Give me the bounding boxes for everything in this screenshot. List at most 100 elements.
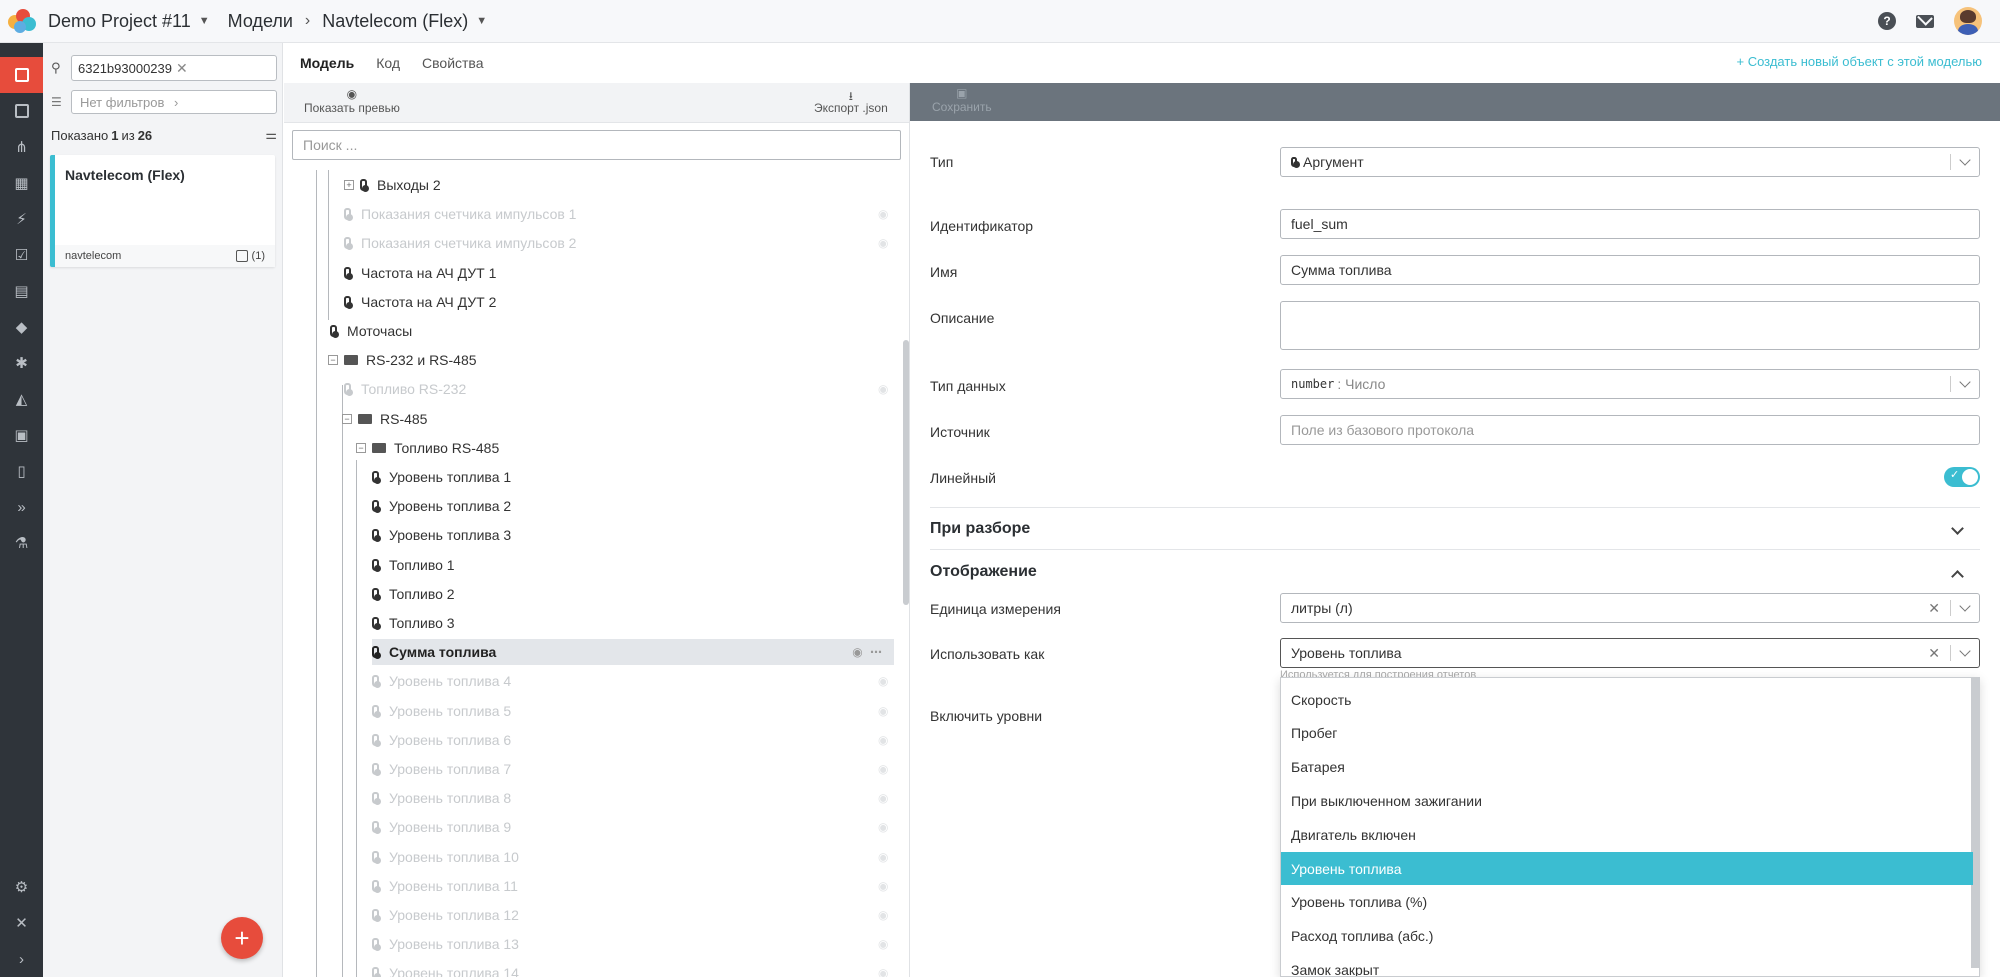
visibility-icon[interactable]: ◉ [878,674,890,688]
tree-node[interactable]: Уровень топлива 4 ◉ [372,668,888,694]
tree-search-input[interactable]: Поиск ... [292,130,901,160]
type-select[interactable]: Аргумент [1280,147,1980,177]
app-logo-icon[interactable] [6,5,38,37]
visibility-icon[interactable]: ◉ [878,207,890,221]
visibility-icon[interactable]: ◉ [878,236,890,250]
tab-model[interactable]: Модель [300,55,354,71]
dropdown-option[interactable]: При выключенном зажигании [1281,784,1973,817]
rail-tasks-icon[interactable]: ☑ [0,237,43,273]
export-json-button[interactable]: ⭳ Экспорт .json [814,87,888,115]
object-card[interactable]: Navtelecom (Flex) navtelecom (1) [50,155,275,267]
tree-node[interactable]: Топливо 1 [372,552,455,578]
expand-toggle-icon[interactable]: − [356,442,366,453]
visibility-icon[interactable]: ◉ [878,733,890,747]
clear-icon[interactable]: ✕ [1928,600,1940,617]
model-dropdown-icon[interactable]: ▼ [476,15,487,27]
tree-node[interactable]: Частота на АЧ ДУТ 2 [344,289,496,315]
mail-icon[interactable] [1916,14,1934,28]
visibility-icon[interactable]: ◉ [878,966,890,977]
tree-node[interactable]: − RS-485 [342,406,427,432]
tree-node[interactable]: Уровень топлива 2 [372,493,511,519]
tree-node[interactable]: Уровень топлива 3 [372,522,511,548]
rail-devices-icon[interactable] [0,93,43,129]
source-input[interactable]: Поле из базового протокола [1280,415,1980,445]
rail-integrations-icon[interactable]: ✱ [0,345,43,381]
tree-node[interactable]: Топливо RS-232 ◉ [344,376,888,402]
clear-search-icon[interactable]: ✕ [176,60,270,77]
rail-reports-icon[interactable]: ▣ [0,417,43,453]
project-dropdown-icon[interactable]: ▼ [199,15,210,27]
sort-settings-icon[interactable]: ⚌ [265,127,277,143]
tree-node[interactable]: Уровень топлива 12 ◉ [372,902,888,928]
rail-geo-icon[interactable]: ◭ [0,381,43,417]
breadcrumb-model-name[interactable]: Navtelecom (Flex) [322,11,468,32]
dropdown-option[interactable]: Замок закрыт [1281,953,1973,976]
rail-expand-icon[interactable]: › [0,941,43,977]
rail-calendar-icon[interactable]: ▦ [0,165,43,201]
tree-node[interactable]: Уровень топлива 5 ◉ [372,698,888,724]
tree-node[interactable]: Уровень топлива 1 [372,464,511,490]
tree-node[interactable]: − Топливо RS-485 [356,435,499,461]
tab-properties[interactable]: Свойства [422,55,483,71]
rail-tags-icon[interactable]: ◆ [0,309,43,345]
project-name[interactable]: Demo Project #11 [48,11,191,32]
breadcrumb-models[interactable]: Модели [228,11,293,32]
rail-models-icon[interactable] [0,57,43,93]
clear-icon[interactable]: ✕ [1928,645,1940,662]
tab-code[interactable]: Код [376,55,400,71]
rail-events-icon[interactable]: ⚡ [0,201,43,237]
visibility-icon[interactable]: ◉ [878,850,890,864]
rail-more-icon[interactable]: » [0,489,43,525]
tree-node[interactable]: Топливо 2 [372,581,455,607]
visibility-icon[interactable]: ◉ [878,791,890,805]
tree-node[interactable]: Сумма топлива ◉ ⋯ [372,639,894,666]
tree-node[interactable]: Частота на АЧ ДУТ 1 [344,260,496,286]
tree-node[interactable]: Уровень топлива 7 ◉ [372,756,888,782]
save-button[interactable]: ▣ Сохранить [932,86,992,114]
tree-node[interactable]: Уровень топлива 14 ◉ [372,960,888,977]
visibility-icon[interactable]: ◉ [878,908,890,922]
add-object-button[interactable]: + [221,917,263,959]
tree-node[interactable]: Показания счетчика импульсов 1 ◉ [344,201,888,227]
visibility-icon[interactable]: ◉ [878,704,890,718]
object-search-input[interactable]: 6321b9300023900010ff29 ✕ [71,55,277,81]
rail-settings-icon[interactable]: ⚙ [0,869,43,905]
visibility-icon[interactable]: ◉ [878,820,890,834]
id-input[interactable]: fuel_sum [1280,209,1980,239]
tree-node[interactable]: Показания счетчика импульсов 2 ◉ [344,230,888,256]
dropdown-option[interactable]: Двигатель включен [1281,818,1973,851]
name-input[interactable]: Сумма топлива [1280,255,1980,285]
dropdown-option[interactable]: Батарея [1281,751,1973,784]
tree-node[interactable]: Моточасы [330,318,412,344]
expand-toggle-icon[interactable]: + [344,180,354,190]
filter-input[interactable]: Нет фильтров › [71,90,277,114]
expand-toggle-icon[interactable]: − [342,413,352,424]
tree-node[interactable]: Уровень топлива 10 ◉ [372,844,888,870]
rail-tools-icon[interactable]: ✕ [0,905,43,941]
preview-button[interactable]: ◉ Показать превью [304,87,400,115]
dropdown-option[interactable]: Уровень топлива (%) [1281,886,1973,919]
tree-node[interactable]: Уровень топлива 8 ◉ [372,785,888,811]
data-type-select[interactable]: number : Число [1280,369,1980,399]
tree-node[interactable]: − RS-232 и RS-485 [328,347,477,373]
expand-toggle-icon[interactable]: − [328,355,338,366]
visibility-icon[interactable]: ◉ [878,382,890,396]
rail-docs-icon[interactable]: ▯ [0,453,43,489]
tree-node[interactable]: Уровень топлива 13 ◉ [372,931,888,957]
rail-hierarchy-icon[interactable]: ⋔ [0,129,43,165]
rail-lab-icon[interactable]: ⚗ [0,525,43,561]
tree-node[interactable]: Уровень топлива 9 ◉ [372,814,888,840]
user-avatar[interactable] [1954,7,1982,35]
tree-node[interactable]: Уровень топлива 6 ◉ [372,727,888,753]
dropdown-option[interactable]: Скорость [1281,683,1973,716]
section-display[interactable]: Отображение [930,563,1980,583]
tree-node[interactable]: Уровень топлива 11 ◉ [372,873,888,899]
linear-toggle[interactable]: ✓ [1944,467,1980,487]
visibility-icon[interactable]: ◉ ⋯ [852,645,884,659]
tree-node[interactable]: + Выходы 2 [344,172,441,198]
use-as-select[interactable]: Уровень топлива ✕ [1280,638,1980,668]
visibility-icon[interactable]: ◉ [878,937,890,951]
rail-tables-icon[interactable]: ▤ [0,273,43,309]
unit-select[interactable]: литры (л) ✕ [1280,593,1980,623]
dropdown-option[interactable]: Пробег [1281,717,1973,750]
